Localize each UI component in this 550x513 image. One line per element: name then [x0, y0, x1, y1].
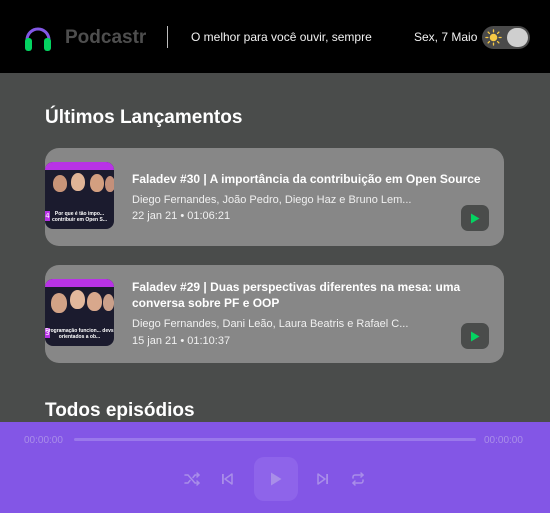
play-episode-button[interactable]: [461, 205, 489, 231]
play-pause-button[interactable]: [254, 457, 298, 501]
episode-meta: 15 jan 21 • 01:10:37: [132, 335, 230, 347]
headphones-icon: [25, 27, 51, 51]
thumbnail-face: [70, 290, 85, 309]
episode-date: 22 jan 21: [132, 210, 178, 222]
next-button[interactable]: [314, 470, 332, 488]
play-episode-button[interactable]: [461, 323, 489, 349]
episode-card[interactable]: 3 Programação funcion... devs orientados…: [45, 265, 504, 363]
current-date: Sex, 7 Maio: [414, 30, 478, 44]
episode-members: Diego Fernandes, Dani Leão, Laura Beatri…: [132, 318, 409, 330]
thumbnail-face: [87, 292, 102, 311]
thumbnail-caption: Por que é tão impo... contribuir em Open…: [51, 211, 107, 223]
thumbnail-face: [53, 175, 67, 192]
latest-releases-title: Últimos Lançamentos: [45, 107, 243, 128]
total-time: 00:00:00: [484, 435, 523, 446]
thumbnail-band: [45, 162, 114, 170]
episode-title[interactable]: Faladev #29 | Duas perspectivas diferent…: [132, 279, 482, 311]
app-header: Podcastr O melhor para você ouvir, sempr…: [0, 0, 550, 73]
skip-previous-icon: [222, 473, 233, 485]
episode-card[interactable]: 4 Por que é tão impo... contribuir em Op…: [45, 148, 504, 246]
thumbnail-face: [103, 294, 114, 311]
episode-title[interactable]: Faladev #30 | A importância da contribui…: [132, 171, 482, 187]
episode-thumbnail[interactable]: 3 Programação funcion... devs orientados…: [45, 279, 114, 346]
play-icon: [471, 331, 480, 341]
thumbnail-caption: Programação funcion... devs orientados a…: [45, 328, 114, 340]
play-icon: [471, 213, 480, 223]
episode-meta: 22 jan 21 • 01:06:21: [132, 210, 230, 222]
previous-button[interactable]: [218, 470, 236, 488]
episode-duration: 01:06:21: [187, 210, 231, 222]
app-tagline: O melhor para você ouvir, sempre: [191, 30, 372, 44]
progress-slider[interactable]: [74, 438, 476, 441]
all-episodes-title: Todos episódios: [45, 400, 195, 421]
sun-icon: [485, 29, 502, 46]
play-icon: [271, 472, 282, 486]
toggle-knob: [507, 28, 528, 47]
shuffle-button[interactable]: [183, 470, 201, 488]
current-time: 00:00:00: [24, 435, 63, 446]
episode-date: 15 jan 21: [132, 335, 178, 347]
thumbnail-face: [105, 176, 114, 192]
episode-thumbnail[interactable]: 4 Por que é tão impo... contribuir em Op…: [45, 162, 114, 229]
thumbnail-face: [51, 293, 67, 313]
repeat-icon: [351, 472, 365, 486]
thumbnail-face: [90, 174, 104, 192]
thumbnail-face: [71, 173, 85, 191]
episode-duration: 01:10:37: [187, 335, 231, 347]
shuffle-icon: [184, 472, 200, 486]
thumbnail-band: [45, 279, 114, 287]
repeat-button[interactable]: [349, 470, 367, 488]
theme-toggle[interactable]: [482, 26, 530, 49]
skip-next-icon: [317, 473, 328, 485]
header-divider: [167, 26, 168, 48]
episode-members: Diego Fernandes, João Pedro, Diego Haz e…: [132, 194, 412, 206]
app-name: Podcastr: [65, 27, 147, 48]
